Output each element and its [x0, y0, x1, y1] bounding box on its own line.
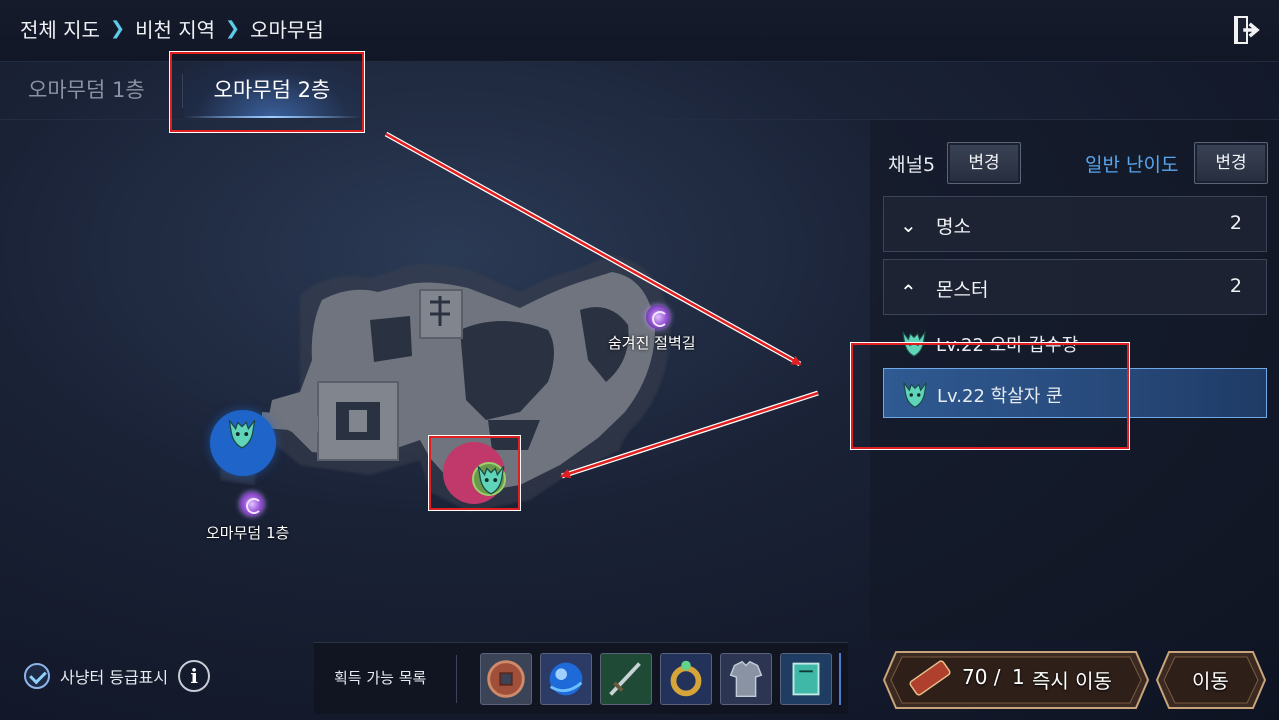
map-terrain	[220, 255, 671, 512]
tab-floor-1[interactable]: 오마무덤 1층	[28, 62, 145, 118]
bottom-bar: 사냥터 등급표시 i 획득 가능 목록 70 / 1 즉시 이동 이동	[0, 640, 1279, 720]
difficulty-label: 일반 난이도	[1085, 154, 1179, 176]
breadcrumb-zone: 오마무덤	[250, 18, 324, 42]
chevron-right-icon: ❯	[225, 18, 241, 39]
change-channel-button[interactable]: 변경	[947, 142, 1021, 184]
section-landmarks-title: 명소	[936, 216, 971, 238]
info-icon[interactable]: i	[178, 660, 211, 692]
dungeon-map[interactable]: 숨겨진 절벽길 오마무덤 1층	[0, 120, 870, 640]
loot-list-title: 획득 가능 목록	[334, 669, 427, 687]
highlight-box-monster	[850, 342, 1130, 450]
channel-label: 채널5	[888, 154, 936, 176]
highlight-box-map-boss	[428, 435, 521, 511]
loot-list: 획득 가능 목록	[314, 642, 848, 714]
exit-icon[interactable]	[1231, 14, 1263, 46]
loot-divider	[456, 655, 457, 703]
section-landmarks-count: 2	[1229, 212, 1242, 234]
breadcrumb-world-map[interactable]: 전체 지도	[20, 14, 100, 43]
teleport-count: 70 /	[962, 665, 1001, 689]
section-monsters-title: 몬스터	[936, 279, 989, 301]
change-difficulty-button[interactable]: 변경	[1194, 142, 1268, 184]
grade-display-toggle[interactable]: 사냥터 등급표시 i	[24, 660, 211, 692]
breadcrumb: 전체 지도 ❯ 비천 지역 ❯ 오마무덤	[20, 14, 324, 43]
map-label-floor-1: 오마무덤 1층	[206, 524, 290, 542]
gold-ring-icon[interactable]	[660, 653, 712, 705]
book-icon[interactable]	[780, 653, 832, 705]
section-monsters-count: 2	[1229, 275, 1242, 297]
portal-icon[interactable]	[646, 305, 670, 329]
sword-icon[interactable]	[600, 653, 652, 705]
teleport-max: 1	[1012, 665, 1025, 689]
armor-icon[interactable]	[720, 653, 772, 705]
portal-icon[interactable]	[240, 492, 264, 516]
loot-scroll-edge[interactable]	[839, 653, 848, 705]
channel-row: 채널5 변경 일반 난이도 변경	[888, 142, 1268, 186]
blue-orb-icon[interactable]	[540, 653, 592, 705]
map-label-hidden-path: 숨겨진 절벽길	[608, 334, 696, 352]
chevron-up-icon: ⌃	[900, 280, 917, 304]
move-label: 이동	[1192, 669, 1229, 693]
section-monsters[interactable]: ⌃ 몬스터 2	[883, 259, 1267, 315]
checkbox-icon[interactable]	[24, 663, 50, 689]
coin-icon[interactable]	[480, 653, 532, 705]
chevron-right-icon: ❯	[109, 18, 126, 39]
section-landmarks[interactable]: ⌄ 명소 2	[883, 196, 1267, 252]
highlight-box-tab	[169, 51, 365, 133]
grade-display-label: 사냥터 등급표시	[60, 668, 169, 687]
chevron-down-icon: ⌄	[900, 213, 917, 237]
breadcrumb-region[interactable]: 비천 지역	[135, 14, 215, 43]
teleport-label: 즉시 이동	[1032, 669, 1112, 693]
demon-head-icon[interactable]	[225, 416, 259, 450]
